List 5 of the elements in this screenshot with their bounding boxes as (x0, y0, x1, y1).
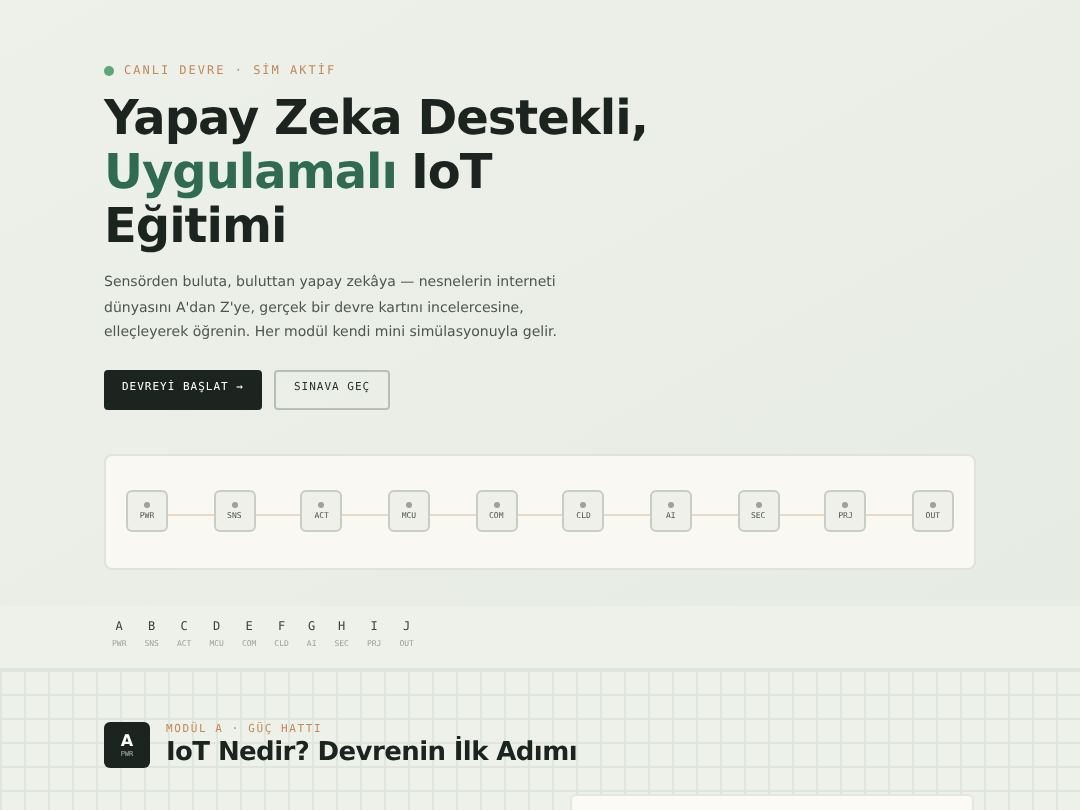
module-title: IoT Nedir? Devrenin İlk Adımı (166, 737, 577, 770)
hero-title: IoT (410, 146, 492, 200)
hero-title: Eğitimi (104, 200, 287, 254)
hero-title: Yapay Zeka Destekli, (104, 92, 650, 146)
hero-title-accent: Uygulamalı (104, 146, 397, 200)
